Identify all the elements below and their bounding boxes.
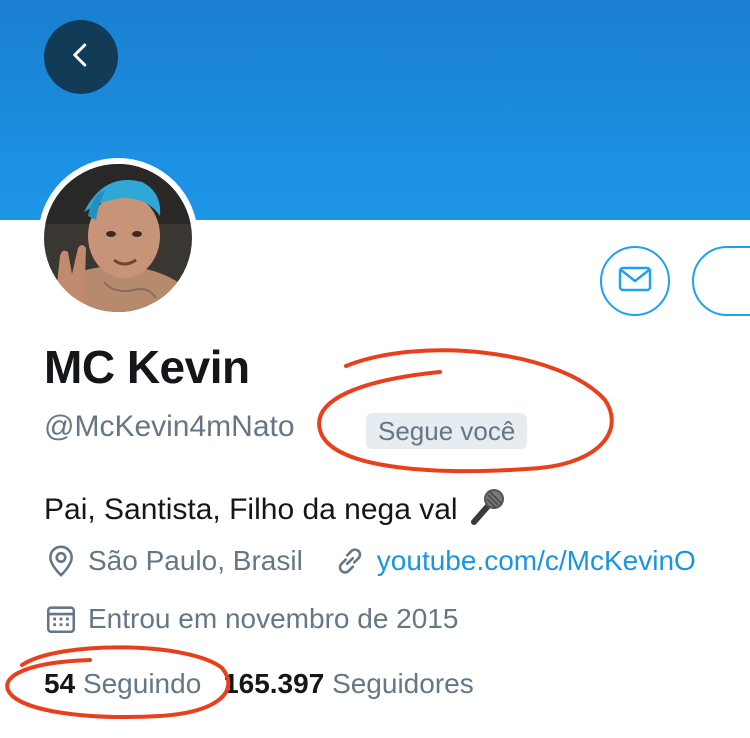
avatar-photo	[44, 164, 192, 312]
profile-bio: Pai, Santista, Filho da nega val	[44, 486, 508, 534]
profile-joined-row: Entrou em novembro de 2015	[44, 602, 458, 636]
follow-button[interactable]	[692, 246, 750, 316]
back-button[interactable]	[44, 20, 118, 94]
profile-name: MC Kevin	[44, 341, 250, 393]
followers-count: 165.397	[223, 668, 325, 699]
profile-handle: @McKevin4mNato	[44, 410, 295, 443]
envelope-icon	[618, 266, 652, 297]
microphone-icon	[468, 486, 508, 534]
link-icon	[333, 544, 367, 578]
follows-you-badge: Segue você	[366, 413, 528, 449]
followers-link[interactable]: 165.397 Seguidores	[223, 668, 474, 699]
profile-website-link[interactable]: youtube.com/c/McKevinO	[377, 545, 696, 577]
profile-page: MC Kevin @McKevin4mNato Segue você Pai, …	[0, 0, 750, 738]
message-button[interactable]	[600, 246, 670, 316]
following-link[interactable]: 54 Seguindo	[44, 668, 209, 699]
profile-meta-row: São Paulo, Brasil youtube.com/c/McKevinO	[44, 544, 696, 578]
bio-text: Pai, Santista, Filho da nega val	[44, 493, 458, 526]
profile-location: São Paulo, Brasil	[88, 545, 303, 576]
profile-joined-date: Entrou em novembro de 2015	[88, 603, 459, 634]
chevron-left-icon	[66, 40, 96, 75]
following-count: 54	[44, 668, 76, 699]
followers-label: Seguidores	[332, 668, 474, 699]
calendar-icon	[44, 602, 78, 636]
annotation-circle-follows-you	[317, 348, 614, 474]
following-label: Seguindo	[82, 668, 202, 699]
map-pin-icon	[44, 544, 78, 578]
profile-stats: 54 Seguindo 165.397 Seguidores	[44, 668, 474, 700]
avatar[interactable]	[38, 158, 198, 318]
